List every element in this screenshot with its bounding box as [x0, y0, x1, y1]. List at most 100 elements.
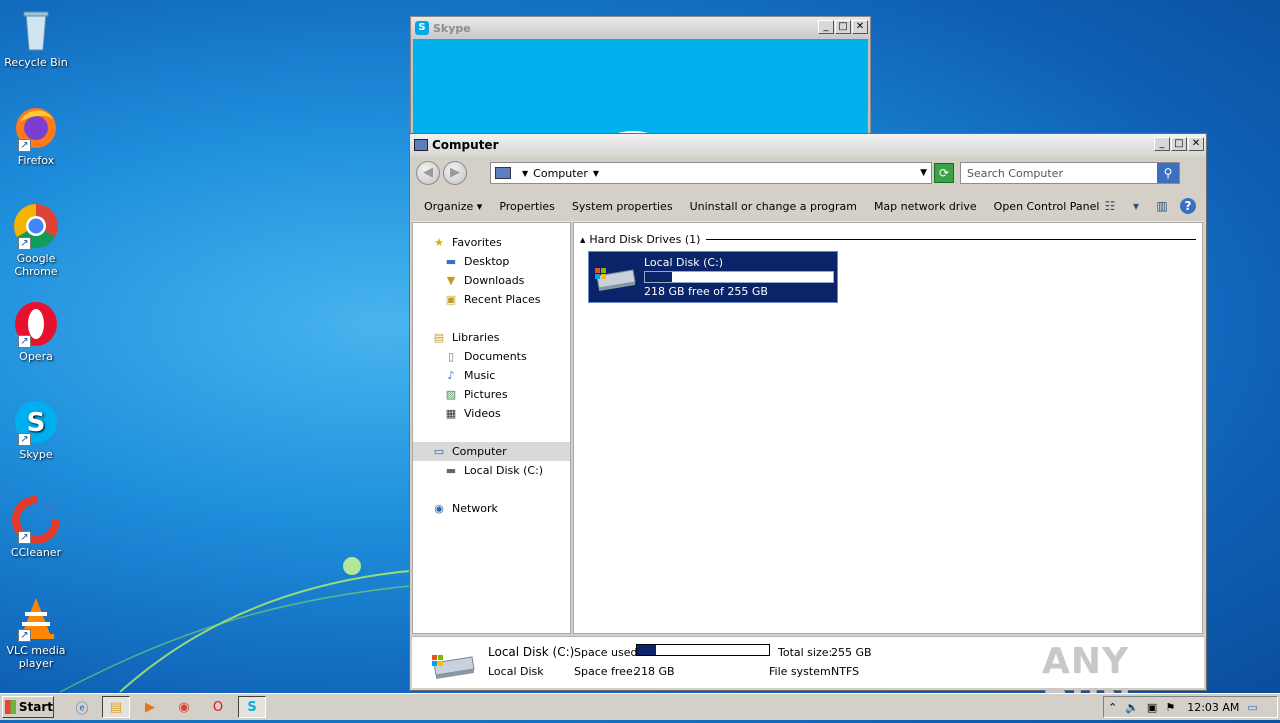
opera-icon[interactable]: O — [204, 696, 232, 718]
explorer-titlebar[interactable]: Computer — [410, 134, 1206, 156]
desktop-icon-vlc[interactable]: ↗ VLC media player — [4, 594, 68, 670]
view-dropdown-icon[interactable]: ▾ — [1128, 198, 1144, 214]
downloads-icon: ▼ — [446, 273, 456, 287]
forward-button[interactable]: ▶ — [443, 161, 467, 185]
nav-computer[interactable]: ▭ Computer — [413, 442, 570, 461]
change-view-icon[interactable]: ☷ — [1102, 198, 1118, 214]
nav-local-disk[interactable]: ▬ Local Disk (C:) — [413, 461, 570, 480]
opera-icon: ↗ — [12, 300, 60, 348]
group-header[interactable]: ▲ Hard Disk Drives (1) — [580, 233, 1196, 246]
drive-usage-bar — [644, 271, 834, 283]
skype-icon[interactable]: S — [238, 696, 266, 718]
skype-titlebar[interactable]: S Skype — [411, 17, 870, 39]
drive-name: Local Disk (C:) — [644, 256, 724, 269]
address-dropdown-icon[interactable]: ▼ — [920, 168, 927, 178]
total-size-label: Total size: — [778, 646, 833, 659]
drive-free-space: 218 GB free of 255 GB — [644, 285, 768, 298]
close-button[interactable]: ✕ — [852, 20, 868, 34]
preview-pane-icon[interactable]: ▥ — [1154, 198, 1170, 214]
windows-logo-icon — [5, 700, 16, 714]
clock[interactable]: 12:03 AM — [1187, 701, 1239, 714]
shortcut-arrow-icon: ↗ — [18, 139, 31, 152]
network-status-icon[interactable]: ▣ — [1147, 701, 1157, 714]
vlc-icon: ↗ — [12, 594, 60, 642]
maximize-button[interactable]: □ — [1171, 137, 1187, 151]
skype-content — [413, 39, 868, 145]
desktop-icon-label: Skype — [19, 448, 53, 461]
firefox-icon: ↗ — [12, 104, 60, 152]
nav-pictures[interactable]: ▨ Pictures — [413, 385, 570, 404]
file-system-value: NTFS — [831, 665, 860, 678]
start-button[interactable]: Start — [2, 696, 54, 718]
minimize-button[interactable]: _ — [818, 20, 834, 34]
minimize-button[interactable]: _ — [1154, 137, 1170, 151]
uninstall-program-button[interactable]: Uninstall or change a program — [690, 200, 857, 213]
recycle-bin-icon — [12, 6, 60, 54]
taskbar: Start ⓔ ▤ ▶ ◉ O S ⌃ 🔈 ▣ ⚑ 12:03 AM ▭ — [0, 693, 1280, 720]
desktop-icon-label: Firefox — [17, 154, 55, 167]
nav-desktop[interactable]: ▬ Desktop — [413, 252, 570, 271]
search-input[interactable]: Search Computer ⚲ — [960, 162, 1180, 184]
explorer-window[interactable]: Computer _ □ ✕ ◀ ▶ ▼ Computer ▼ ▼ ⟳ Sear… — [409, 133, 1207, 723]
refresh-button[interactable]: ⟳ — [934, 163, 954, 183]
explorer-icon[interactable]: ▤ — [102, 696, 130, 718]
show-desktop-icon[interactable]: ▭ — [1247, 701, 1257, 714]
breadcrumb-arrow-icon[interactable]: ▼ — [522, 169, 528, 178]
window-title: Skype — [433, 21, 471, 35]
desktop-icon-ccleaner[interactable]: ↗ CCleaner — [4, 496, 68, 559]
back-button[interactable]: ◀ — [416, 161, 440, 185]
action-center-flag-icon[interactable]: ⚑ — [1165, 701, 1175, 714]
command-bar: Organize ▾ Properties System properties … — [412, 192, 1204, 222]
breadcrumb-arrow-icon[interactable]: ▼ — [593, 169, 599, 178]
hard-disk-icon — [432, 655, 475, 679]
hard-disk-icon — [595, 268, 636, 291]
address-bar-row: ◀ ▶ ▼ Computer ▼ ▼ ⟳ Search Computer ⚲ — [412, 158, 1204, 188]
drive-tile-local-disk[interactable]: Local Disk (C:) 218 GB free of 255 GB — [588, 251, 838, 303]
window-controls: _ □ ✕ — [818, 20, 868, 34]
ie-icon[interactable]: ⓔ — [68, 696, 96, 718]
properties-button[interactable]: Properties — [499, 200, 555, 213]
nav-libraries[interactable]: ▤ Libraries — [413, 328, 570, 347]
nav-music[interactable]: ♪ Music — [413, 366, 570, 385]
volume-icon[interactable]: 🔈 — [1125, 701, 1139, 714]
shortcut-arrow-icon: ↗ — [18, 433, 31, 446]
nav-network[interactable]: ◉ Network — [413, 499, 570, 518]
skype-window[interactable]: S Skype _ □ ✕ — [410, 16, 871, 146]
drive-usage-fill — [645, 272, 673, 282]
desktop-icon-chrome[interactable]: ↗ Google Chrome — [4, 202, 68, 278]
nav-documents[interactable]: ▯ Documents — [413, 347, 570, 366]
star-icon: ★ — [434, 235, 444, 249]
desktop-icon-recycle-bin[interactable]: Recycle Bin — [4, 6, 68, 69]
help-icon[interactable]: ? — [1180, 198, 1196, 214]
show-hidden-icons-icon[interactable]: ⌃ — [1108, 701, 1117, 714]
space-used-fill — [637, 645, 657, 655]
search-icon[interactable]: ⚲ — [1157, 163, 1179, 183]
organize-menu[interactable]: Organize ▾ — [424, 200, 482, 213]
desktop-icon-skype[interactable]: S ↗ Skype — [4, 398, 68, 461]
map-network-drive-button[interactable]: Map network drive — [874, 200, 977, 213]
nav-downloads[interactable]: ▼ Downloads — [413, 271, 570, 290]
skype-icon: S — [415, 21, 429, 35]
space-free-value: 218 GB — [634, 665, 675, 678]
nav-videos[interactable]: ▦ Videos — [413, 404, 570, 423]
desktop-icon-firefox[interactable]: ↗ Firefox — [4, 104, 68, 167]
open-control-panel-button[interactable]: Open Control Panel — [994, 200, 1100, 213]
collapse-caret-icon[interactable]: ▲ — [580, 236, 585, 244]
nav-recent-places[interactable]: ▣ Recent Places — [413, 290, 570, 309]
breadcrumb-computer[interactable]: Computer — [533, 167, 588, 180]
system-tray: ⌃ 🔈 ▣ ⚑ 12:03 AM ▭ — [1103, 696, 1278, 718]
close-button[interactable]: ✕ — [1188, 137, 1204, 151]
shortcut-arrow-icon: ↗ — [18, 629, 31, 642]
desktop-icon-label: Recycle Bin — [4, 56, 68, 69]
desktop-icon-opera[interactable]: ↗ Opera — [4, 300, 68, 363]
maximize-button[interactable]: □ — [835, 20, 851, 34]
nav-favorites[interactable]: ★ Favorites — [413, 233, 570, 252]
chrome-icon[interactable]: ◉ — [170, 696, 198, 718]
space-free-label: Space free: — [574, 665, 637, 678]
media-player-icon[interactable]: ▶ — [136, 696, 164, 718]
computer-icon: ▭ — [433, 444, 445, 458]
content-pane: ▲ Hard Disk Drives (1) Local Disk (C:) 2… — [573, 222, 1203, 634]
system-properties-button[interactable]: System properties — [572, 200, 673, 213]
shortcut-arrow-icon: ↗ — [18, 531, 31, 544]
address-box[interactable]: ▼ Computer ▼ ▼ — [490, 162, 932, 184]
